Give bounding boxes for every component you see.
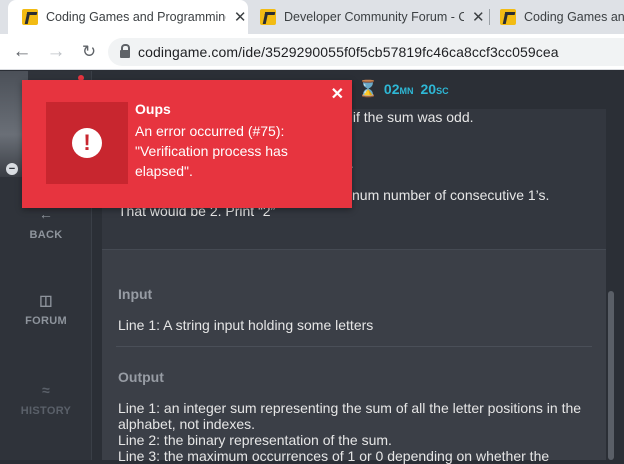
minimize-icon[interactable]: − <box>6 163 18 175</box>
address-bar[interactable]: codingame.com/ide/3529290055f0f5cb57819f… <box>108 38 624 66</box>
lock-icon <box>120 44 130 58</box>
timer-minutes: 02 <box>383 81 400 97</box>
tab-codingame-ide[interactable]: Coding Games and Programming ✕ <box>8 0 248 34</box>
tab-codingame-other[interactable]: Coding Games and <box>494 0 624 34</box>
reload-icon[interactable]: ↻ <box>77 40 101 64</box>
forum-icon: ◫ <box>39 292 53 308</box>
io-spec-box: Input Line 1: A string input holding som… <box>102 249 606 464</box>
history-chart-icon: ≈ <box>42 382 50 398</box>
tab-strip: Coding Games and Programming ✕ Developer… <box>0 0 624 34</box>
timer-seconds: 20 <box>420 81 437 97</box>
back-arrow-icon[interactable]: ← <box>10 40 34 64</box>
codingame-favicon-icon <box>260 9 276 25</box>
tab-close-icon[interactable]: ✕ <box>470 8 486 26</box>
hourglass-icon: ⌛ <box>358 81 378 98</box>
nav-back[interactable]: ← BACK <box>0 207 92 241</box>
timer-sec-unit: SC <box>436 86 449 96</box>
forward-arrow-icon[interactable]: → <box>44 40 68 64</box>
timer-min-unit: MN <box>399 86 414 96</box>
tab-separator <box>489 9 490 25</box>
divider <box>116 346 592 347</box>
statement-line: num number of consecutive 1’s. <box>352 187 550 203</box>
countdown-timer: ⌛ 02 MN 20 SC <box>358 79 452 99</box>
statement-line: s if the sum was odd. <box>342 109 474 125</box>
close-icon[interactable]: ✕ <box>331 84 344 104</box>
toast-title: Oups <box>135 101 171 117</box>
url-text: codingame.com/ide/3529290055f0f5cb57819f… <box>138 44 559 60</box>
nav-forum-label: FORUM <box>25 315 67 327</box>
exclamation-icon: ! <box>72 128 102 158</box>
tab-title: Coding Games and <box>524 10 624 24</box>
toast-message: An error occurred (#75): "Verification p… <box>135 123 288 179</box>
output-heading: Output <box>118 369 164 385</box>
output-text: Line 1: an integer sum representing the … <box>118 400 582 464</box>
codingame-favicon-icon <box>500 9 516 25</box>
codingame-favicon-icon <box>22 9 38 25</box>
scrollbar-thumb[interactable] <box>608 291 614 460</box>
tab-close-icon[interactable]: ✕ <box>232 8 248 26</box>
tab-title: Developer Community Forum - C <box>284 10 465 24</box>
nav-history-label: HISTORY <box>20 405 72 417</box>
nav-back-label: BACK <box>29 229 63 241</box>
nav-forum[interactable]: ◫ FORUM <box>0 293 92 327</box>
input-text: Line 1: A string input holding some lett… <box>118 317 374 333</box>
error-toast: ! Oups An error occurred (#75): "Verific… <box>22 80 352 208</box>
tab-developer-forum[interactable]: Developer Community Forum - C ✕ <box>254 0 486 34</box>
error-icon-box: ! <box>46 102 128 184</box>
tab-title: Coding Games and Programming <box>46 10 227 24</box>
back-arrow-icon: ← <box>38 206 54 222</box>
input-heading: Input <box>118 286 153 302</box>
browser-toolbar: ← → ↻ codingame.com/ide/3529290055f0f5cb… <box>0 34 624 70</box>
nav-history[interactable]: ≈ HISTORY <box>0 383 92 417</box>
